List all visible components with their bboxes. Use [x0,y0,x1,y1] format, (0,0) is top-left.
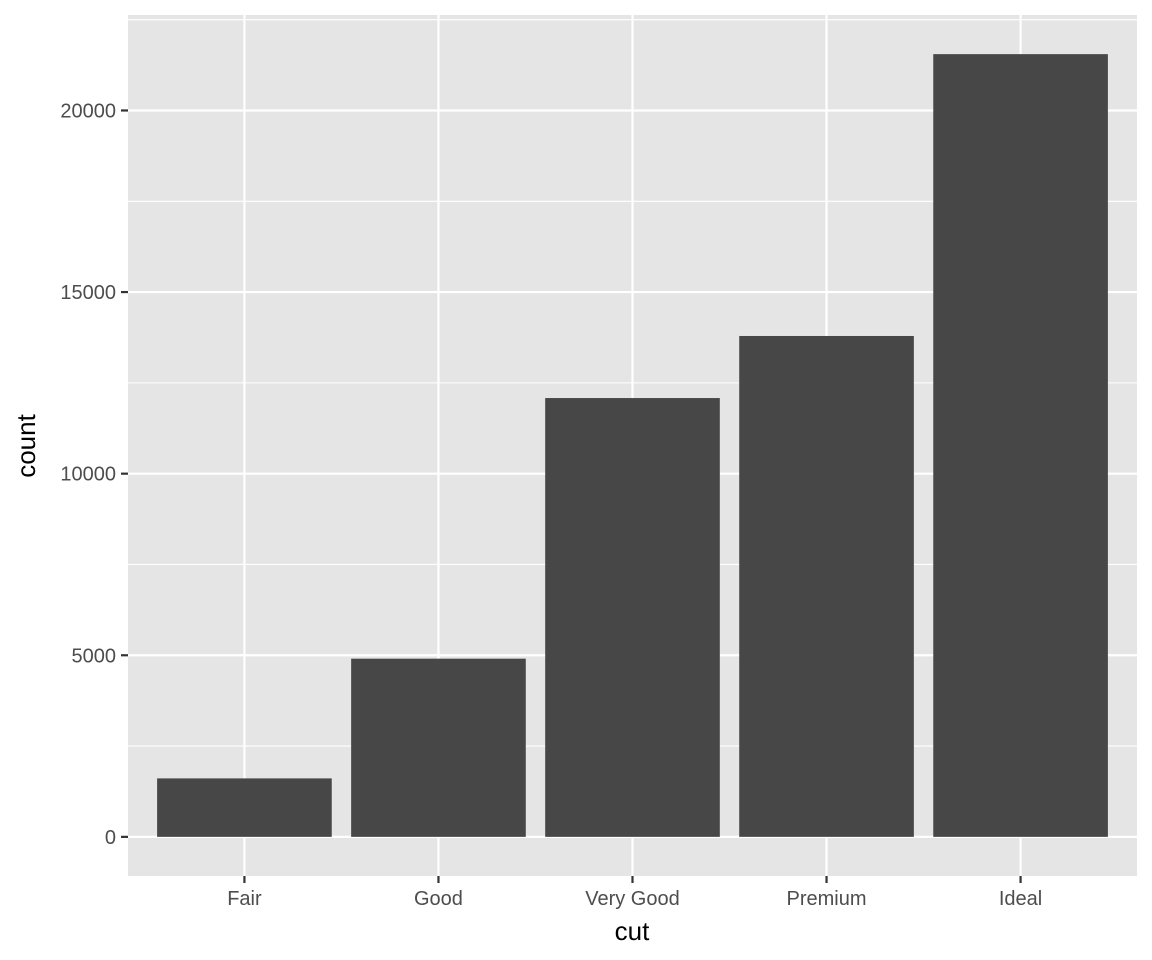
y-tick-label: 15000 [60,282,116,304]
y-tick-label: 5000 [72,645,117,667]
y-axis-title: count [11,413,41,477]
x-tick-label: Fair [227,888,262,910]
x-axis-title: cut [615,916,650,946]
bar-good [351,658,526,837]
x-tick-label: Ideal [999,888,1042,910]
x-tick-label: Very Good [585,888,680,910]
x-tick-label: Good [414,888,463,910]
y-axis: 0 5000 10000 15000 20000 [60,100,128,849]
bar-ideal [933,54,1108,837]
bar-fair [157,778,332,837]
x-axis: Fair Good Very Good Premium Ideal [227,876,1042,910]
y-tick-label: 10000 [60,464,116,486]
x-tick-label: Premium [787,888,867,910]
y-tick-label: 0 [105,827,116,849]
bar-chart: 0 5000 10000 15000 20000 Fair Good Very Good Pr… [11,15,1137,946]
bar-very-good [545,398,720,837]
y-tick-label: 20000 [60,100,116,122]
bar-premium [739,335,914,837]
